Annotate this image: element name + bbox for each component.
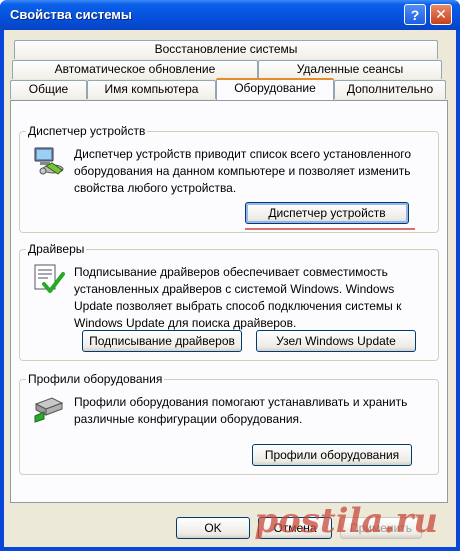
device-manager-icon xyxy=(34,147,64,175)
watermark: postila.ru xyxy=(254,501,438,541)
tab-automatic-updates[interactable]: Автоматическое обновление xyxy=(12,60,258,79)
drivers-group: Драйверы Подписывание драйверов обеспечи… xyxy=(19,242,439,361)
tab-remote-sessions[interactable]: Удаленные сеансы xyxy=(258,60,442,79)
device-manager-description: Диспетчер устройств приводит список всег… xyxy=(74,147,412,195)
dialog-client: Восстановление системы Автоматическое об… xyxy=(4,30,456,547)
ok-button[interactable]: OK xyxy=(176,517,250,539)
tab-strip: Восстановление системы Автоматическое об… xyxy=(4,30,456,102)
device-manager-group: Диспетчер устройств Диспетчер устройств … xyxy=(19,124,439,233)
driver-signing-icon xyxy=(34,264,65,293)
help-button[interactable]: ? xyxy=(404,4,426,25)
tab-hardware[interactable]: Оборудование xyxy=(216,78,334,100)
driver-signing-button[interactable]: Подписывание драйверов xyxy=(82,330,242,352)
drivers-description: Подписывание драйверов обеспечивает совм… xyxy=(74,265,402,330)
device-manager-group-title: Диспетчер устройств xyxy=(26,124,148,138)
title-bar[interactable]: Свойства системы ? ✕ xyxy=(0,0,460,30)
hardware-profiles-description: Профили оборудования помогают устанавлив… xyxy=(74,395,408,426)
system-properties-window: Свойства системы ? ✕ Восстановление сист… xyxy=(0,0,460,551)
hardware-profiles-button[interactable]: Профили оборудования xyxy=(252,444,412,466)
drivers-group-title: Драйверы xyxy=(26,242,87,256)
hardware-tab-panel: Диспетчер устройств Диспетчер устройств … xyxy=(10,100,448,503)
tab-general[interactable]: Общие xyxy=(10,80,87,99)
close-button[interactable]: ✕ xyxy=(430,4,452,25)
tab-system-restore[interactable]: Восстановление системы xyxy=(14,40,438,59)
windows-update-button[interactable]: Узел Windows Update xyxy=(256,330,416,352)
hardware-profiles-group-title: Профили оборудования xyxy=(26,372,165,386)
hardware-profiles-group: Профили оборудования Профили оборудовани… xyxy=(19,372,439,475)
window-title: Свойства системы xyxy=(10,7,132,22)
device-manager-button[interactable]: Диспетчер устройств xyxy=(245,202,409,224)
tab-advanced[interactable]: Дополнительно xyxy=(334,80,446,99)
red-underline-mark xyxy=(245,228,415,230)
hardware-profile-icon xyxy=(34,397,64,423)
tab-computer-name[interactable]: Имя компьютера xyxy=(87,80,216,99)
